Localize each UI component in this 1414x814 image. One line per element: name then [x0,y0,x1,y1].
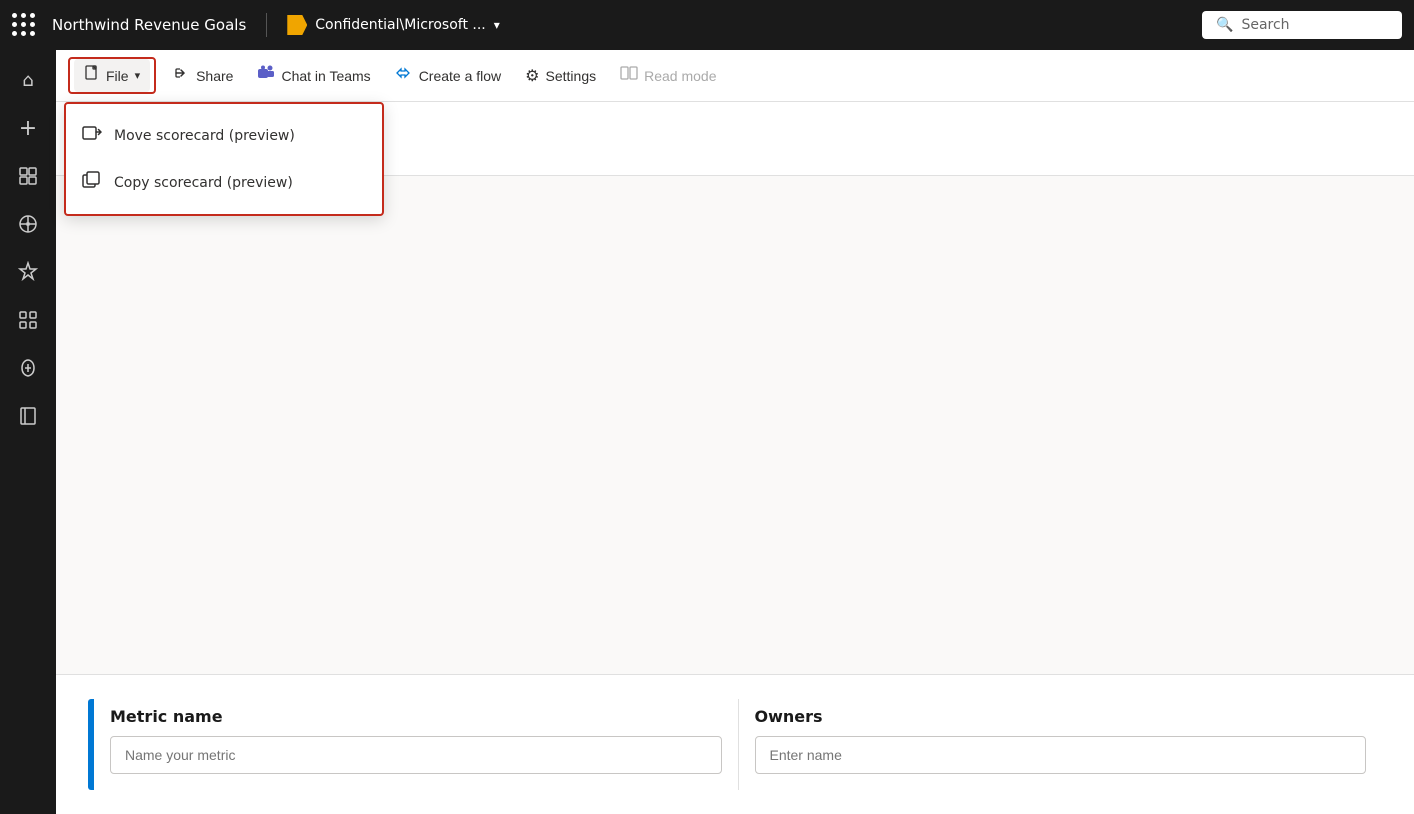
search-placeholder: Search [1241,17,1289,33]
chat-teams-label: Chat in Teams [281,68,370,84]
read-mode-icon [620,66,638,85]
sidebar-item-apps[interactable] [6,298,50,342]
metric-name-input[interactable] [110,736,722,774]
divider [266,13,267,37]
sidebar-item-goals[interactable] [6,250,50,294]
empty-area [56,176,1414,675]
sensitivity-text: Confidential\Microsoft ... [315,17,485,33]
tag-icon [287,15,307,35]
settings-button[interactable]: ⚙ Settings [515,60,606,92]
share-label: Share [196,68,233,84]
create-flow-label: Create a flow [419,68,501,84]
file-dropdown: Move scorecard (preview) Copy scorecard … [64,102,384,216]
sidebar-item-hub[interactable] [6,202,50,246]
sidebar: ⌂ + [0,50,56,814]
file-chevron-icon: ▾ [135,69,141,82]
sidebar-item-launch[interactable] [6,346,50,390]
share-button[interactable]: Share [164,59,243,92]
metric-fields: Metric name Owners [94,699,1382,790]
file-label: File [106,68,129,84]
sidebar-item-home[interactable]: ⌂ [6,58,50,102]
teams-icon [257,65,275,86]
file-button[interactable]: File ▾ [74,59,150,92]
move-scorecard-label: Move scorecard (preview) [114,128,295,144]
main-layout: ⌂ + [0,50,1414,814]
sidebar-item-browse[interactable] [6,154,50,198]
search-box[interactable]: 🔍 Search [1202,11,1402,39]
app-launcher[interactable] [12,13,36,37]
owners-input[interactable] [755,736,1367,774]
app-title: Northwind Revenue Goals [52,16,246,34]
toolbar: File ▾ Share [56,50,1414,102]
metric-form: Metric name Owners [56,675,1414,814]
move-scorecard-item[interactable]: Move scorecard (preview) [66,112,382,159]
owners-label: Owners [755,707,1367,726]
sensitivity-label[interactable]: Confidential\Microsoft ... ▾ [287,15,500,35]
chat-teams-button[interactable]: Chat in Teams [247,59,380,92]
owners-group: Owners [739,699,1383,790]
file-section: File ▾ [68,57,156,94]
create-flow-button[interactable]: Create a flow [385,60,511,91]
copy-scorecard-label: Copy scorecard (preview) [114,175,293,191]
move-scorecard-icon [82,124,102,147]
top-bar: Northwind Revenue Goals Confidential\Mic… [0,0,1414,50]
flow-icon [395,66,413,85]
chevron-down-icon: ▾ [494,18,500,32]
sidebar-item-book[interactable] [6,394,50,438]
metric-name-label: Metric name [110,707,722,726]
main-content: File ▾ Share [56,50,1414,814]
sidebar-item-create[interactable]: + [6,106,50,150]
metric-name-group: Metric name [94,699,739,790]
search-icon: 🔍 [1216,17,1233,33]
settings-icon: ⚙ [525,66,539,86]
settings-label: Settings [546,68,597,84]
copy-scorecard-item[interactable]: Copy scorecard (preview) [66,159,382,206]
read-mode-label: Read mode [644,68,716,84]
share-icon [174,65,190,86]
read-mode-button[interactable]: Read mode [610,60,726,91]
copy-scorecard-icon [82,171,102,194]
file-icon [84,65,100,86]
